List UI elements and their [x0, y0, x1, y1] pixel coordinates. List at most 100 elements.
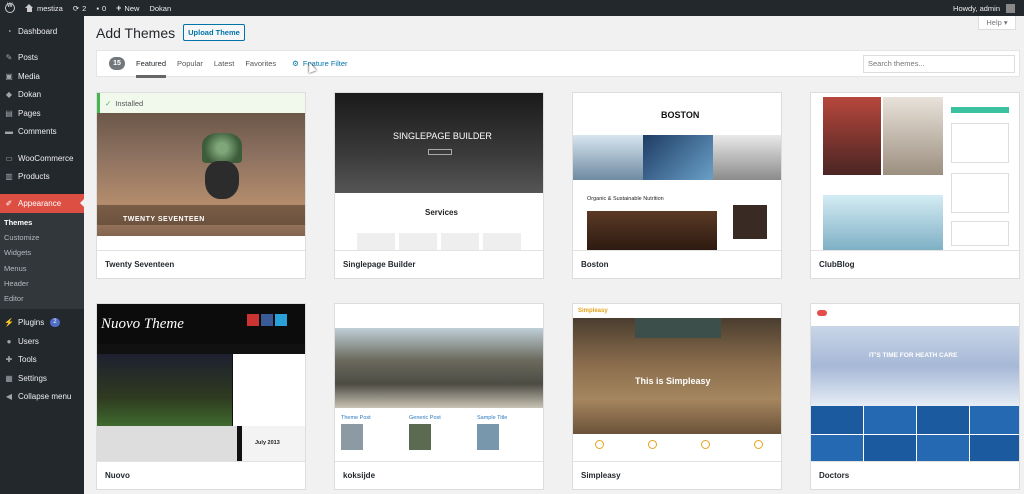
submenu-header[interactable]: Header [0, 276, 84, 291]
tab-popular[interactable]: Popular [177, 50, 203, 77]
theme-name: Boston [573, 250, 781, 278]
theme-screenshot[interactable]: ✓ Installed TWENTY SEVENTEEN [97, 93, 305, 250]
gear-icon: ⚙ [292, 59, 299, 68]
installed-notice: ✓ Installed [97, 93, 305, 113]
media-icon: ▣ [5, 71, 13, 81]
theme-card-twenty-seventeen[interactable]: ✓ Installed TWENTY SEVENTEEN Twenty Seven… [96, 92, 306, 279]
theme-card-boston[interactable]: BOSTON Organic & Sustainable Nutrition B… [572, 92, 782, 279]
avatar [1006, 3, 1015, 13]
theme-card-singlepage-builder[interactable]: SINGLEPAGE BUILDER Services Singlepage B… [334, 92, 544, 279]
plugins-update-badge: 2 [50, 318, 60, 328]
pin-icon: ✎ [5, 53, 13, 63]
theme-card-simpleasy[interactable]: Simpleasy This is Simpleasy Simpleasy [572, 303, 782, 490]
theme-card-clubblog[interactable]: ClubBlog [810, 92, 1020, 279]
theme-screenshot[interactable]: SINGLEPAGE BUILDER Services [335, 93, 543, 250]
shot-col-1: Theme Post [341, 415, 371, 421]
wordpress-icon [5, 3, 15, 13]
theme-screenshot[interactable]: Theme Post Generic Post Sample Title [335, 304, 543, 461]
shot-logo: Simpleasy [578, 308, 608, 314]
submenu-customize[interactable]: Customize [0, 230, 84, 245]
menu-item-appearance[interactable]: ✐ Appearance [0, 194, 84, 213]
theme-name: ClubBlog [811, 250, 1019, 278]
menu-item-settings[interactable]: ▦ Settings [0, 369, 84, 388]
help-tab-button[interactable]: Help ▾ [978, 16, 1016, 30]
theme-name: Twenty Seventeen [97, 250, 305, 278]
menu-item-dokan[interactable]: ◆ Dokan [0, 86, 84, 105]
shot-title: SINGLEPAGE BUILDER [393, 131, 492, 141]
shot-title: Nuovo Theme [101, 316, 184, 332]
menu-item-products[interactable]: ▥ Products [0, 168, 84, 187]
theme-card-doctors[interactable]: IT'S TIME FOR HEATH CARE Doctors [810, 303, 1020, 490]
wordpress-logo-button[interactable] [0, 0, 20, 16]
brush-icon: ✐ [5, 198, 13, 208]
comment-bubble-icon: ▪ [96, 3, 99, 13]
checkmark-icon: ✓ [105, 98, 112, 108]
theme-count-badge: 15 [109, 57, 125, 70]
updates-link[interactable]: ⟳ 2 [68, 0, 91, 16]
theme-filter-bar: 15 Featured Popular Latest Favorites ⚙ Fe… [96, 50, 1020, 78]
menu-item-comments[interactable]: ▬ Comments [0, 123, 84, 142]
shot-section: Services [425, 208, 458, 217]
shot-col-2: Generic Post [409, 415, 441, 421]
menu-item-dashboard[interactable]: ◔ Dashboard [0, 22, 84, 41]
menu-item-users[interactable]: ● Users [0, 332, 84, 351]
shot-title: This is Simpleasy [635, 376, 711, 386]
upload-theme-button[interactable]: Upload Theme [183, 24, 245, 41]
search-themes-input[interactable] [863, 54, 1015, 73]
submenu-menus[interactable]: Menus [0, 260, 84, 275]
plus-icon: + [116, 3, 122, 13]
menu-item-woocommerce[interactable]: ▭ WooCommerce [0, 149, 84, 168]
menu-item-posts[interactable]: ✎ Posts [0, 49, 84, 68]
home-icon [25, 4, 34, 12]
theme-name: Nuovo [97, 461, 305, 489]
users-icon: ● [6, 336, 12, 346]
tab-latest[interactable]: Latest [214, 50, 234, 77]
woocommerce-icon: ▭ [5, 153, 13, 163]
dokan-bar-link[interactable]: Dokan [144, 0, 176, 16]
settings-icon: ▦ [5, 373, 13, 383]
menu-item-pages[interactable]: ▤ Pages [0, 104, 84, 123]
theme-screenshot[interactable]: BOSTON Organic & Sustainable Nutrition [573, 93, 781, 250]
submenu-themes[interactable]: Themes [0, 215, 84, 230]
feature-filter-button[interactable]: ⚙ Feature Filter [292, 59, 347, 68]
tab-featured[interactable]: Featured [136, 50, 167, 78]
menu-item-plugins[interactable]: ⚡ Plugins 2 [0, 313, 84, 332]
refresh-icon: ⟳ [72, 3, 80, 13]
shot-post-title: Organic & Sustainable Nutrition [587, 196, 664, 202]
comments-link[interactable]: ▪ 0 [91, 0, 111, 16]
theme-screenshot[interactable]: IT'S TIME FOR HEATH CARE [811, 304, 1019, 461]
theme-name: koksijde [335, 461, 543, 489]
site-name-link[interactable]: mestiza [20, 0, 68, 16]
new-content-link[interactable]: + New [111, 0, 144, 16]
page-icon: ▤ [5, 108, 13, 118]
tab-favorites[interactable]: Favorites [245, 50, 276, 77]
theme-screenshot[interactable]: Simpleasy This is Simpleasy [573, 304, 781, 461]
shot-title: IT'S TIME FOR HEATH CARE [869, 352, 958, 359]
submenu-widgets[interactable]: Widgets [0, 245, 84, 260]
submenu-editor[interactable]: Editor [0, 291, 84, 306]
page-header: Add Themes Upload Theme [96, 24, 245, 41]
dokan-icon: ◆ [5, 90, 13, 100]
tools-icon: ✚ [5, 355, 13, 365]
shot-col-3: Sample Title [477, 415, 508, 421]
account-menu[interactable]: Howdy, admin [948, 0, 1024, 16]
theme-card-koksijde[interactable]: Theme Post Generic Post Sample Title kok… [334, 303, 544, 490]
menu-item-media[interactable]: ▣ Media [0, 67, 84, 86]
appearance-submenu: Themes Customize Widgets Menus Header Ed… [0, 212, 84, 310]
theme-name: Simpleasy [573, 461, 781, 489]
dashboard-icon: ◔ [6, 26, 12, 36]
shot-month: July 2013 [255, 440, 280, 446]
collapse-menu-button[interactable]: ◀ Collapse menu [0, 387, 84, 406]
chevron-down-icon: ▾ [1003, 18, 1008, 27]
theme-screenshot[interactable] [811, 93, 1019, 250]
admin-sidebar: ◔ Dashboard ✎ Posts ▣ Media ◆ Dokan ▤ Pages ▬… [0, 16, 84, 494]
menu-item-tools[interactable]: ✚ Tools [0, 350, 84, 369]
shot-title: BOSTON [661, 110, 700, 120]
page-title: Add Themes [96, 24, 176, 41]
comment-icon: ▬ [5, 127, 13, 137]
theme-name: Singlepage Builder [335, 250, 543, 278]
theme-screenshot[interactable]: Nuovo Theme July 2013 [97, 304, 305, 461]
theme-card-nuovo[interactable]: Nuovo Theme July 2013 Nuovo [96, 303, 306, 490]
plugin-icon: ⚡ [4, 318, 14, 328]
collapse-icon: ◀ [5, 392, 13, 402]
